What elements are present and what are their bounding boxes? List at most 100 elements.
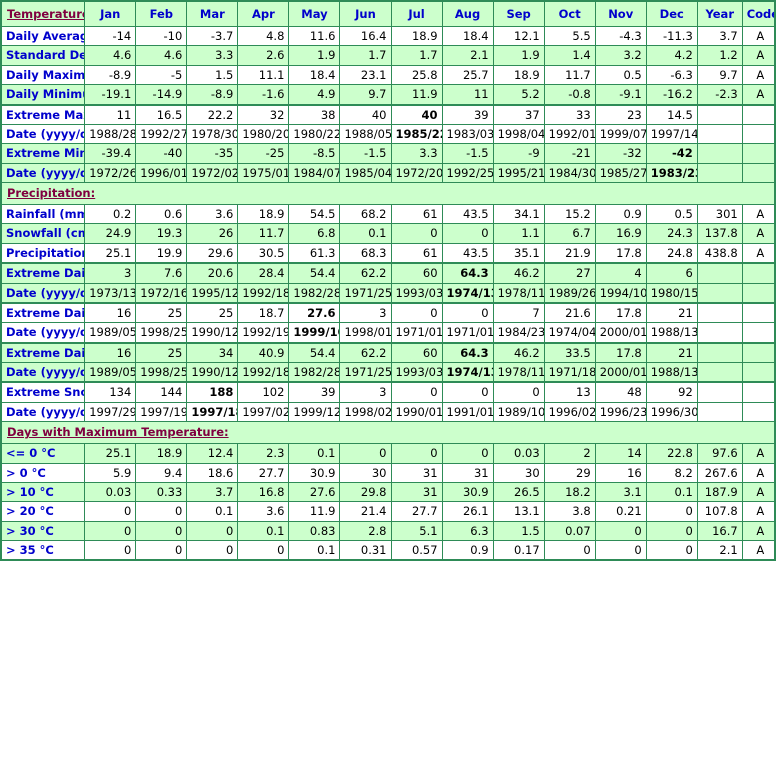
- cell-oct: -21: [543, 143, 596, 164]
- row-label: Extreme Daily Snowfall (cm): [0, 301, 86, 324]
- cell-feb: 25: [135, 301, 188, 324]
- cell-jun: 29.8: [339, 481, 392, 503]
- cell-year: [696, 341, 743, 363]
- cell-year: 2.1: [696, 540, 743, 561]
- row-label: Daily Maximum (°C): [0, 64, 86, 86]
- cell-may: 11.6: [288, 25, 341, 47]
- cell-mar: -3.7: [186, 25, 239, 47]
- cell-jan: -14: [84, 25, 137, 47]
- cell-mar: 34: [186, 341, 239, 363]
- cell-nov: 0: [594, 520, 647, 542]
- row-label: Snowfall (cm): [0, 223, 86, 244]
- cell-oct: 15.2: [543, 203, 596, 225]
- cell-aug: 0: [441, 381, 494, 403]
- table-row: Extreme Daily Precipitation (mm)16253440…: [0, 341, 776, 363]
- climate-normals-table: Temperature:JanFebMarAprMayJunJulAugSepO…: [0, 0, 776, 562]
- cell-year: 137.8: [696, 223, 743, 244]
- cell-aug: 0: [441, 223, 494, 244]
- cell-may: 0.1: [288, 443, 341, 464]
- row-label: <= 0 °C: [0, 443, 86, 464]
- cell-jan: 1973/13+: [84, 282, 137, 304]
- cell-jul: 40: [390, 103, 443, 125]
- cell-apr: 32: [237, 103, 290, 125]
- cell-oct: 0.07: [543, 520, 596, 542]
- cell-jul: 1990/01+: [390, 401, 443, 423]
- cell-oct: 11.7: [543, 64, 596, 86]
- cell-apr: -25: [237, 143, 290, 164]
- cell-aug: 43.5: [441, 203, 494, 225]
- cell-feb: 0: [135, 540, 188, 561]
- cell-nov: -32: [594, 143, 647, 164]
- cell-jun: 1971/25: [339, 362, 392, 383]
- cell-aug: 43.5: [441, 242, 494, 264]
- cell-jul: 61: [390, 203, 443, 225]
- cell-aug: 0.9: [441, 540, 494, 561]
- cell-jun: 0.31: [339, 540, 392, 561]
- cell-jan: 1997/29+: [84, 401, 137, 423]
- cell-jan: 1989/05: [84, 362, 137, 383]
- cell-dec: 92: [645, 381, 698, 403]
- cell-jan: -19.1: [84, 84, 137, 105]
- cell-feb: 7.6: [135, 262, 188, 284]
- cell-may: 38: [288, 103, 341, 125]
- cell-jan: 3: [84, 262, 137, 284]
- row-label: Date (yyyy/dd): [0, 162, 86, 184]
- row-label: Daily Minimum (°C): [0, 84, 86, 105]
- cell-jan: 16: [84, 301, 137, 324]
- column-header-dec: Dec: [645, 0, 698, 27]
- cell-jun: 0: [339, 443, 392, 464]
- cell-dec: -16.2: [645, 84, 698, 105]
- cell-aug: 6.3: [441, 520, 494, 542]
- cell-feb: 1998/25: [135, 362, 188, 383]
- cell-mar: 188: [186, 381, 239, 403]
- cell-apr: 2.3: [237, 443, 290, 464]
- row-label: > 10 °C: [0, 481, 86, 503]
- cell-jun: 62.2: [339, 262, 392, 284]
- table-row: Standard Deviation4.64.63.32.61.91.71.72…: [0, 45, 776, 66]
- cell-dec: 0: [645, 540, 698, 561]
- cell-code: [741, 262, 776, 284]
- cell-apr: 1980/20: [237, 123, 290, 145]
- cell-may: 61.3: [288, 242, 341, 264]
- table-row: Extreme Snow Depth (cm)13414418810239300…: [0, 381, 776, 403]
- cell-code: [741, 123, 776, 145]
- cell-sep: 0.03: [492, 443, 545, 464]
- cell-sep: 1978/11: [492, 362, 545, 383]
- cell-jul: 0: [390, 301, 443, 324]
- cell-may: 1999/10: [288, 322, 341, 344]
- table-row: <= 0 °C 25.1 18.9 12.4 2.3 0.1 0 0 0 0.03 2 14 22.8 9…: [0, 443, 776, 464]
- cell-jan: 25.1: [84, 443, 137, 464]
- cell-jun: 68.2: [339, 203, 392, 225]
- cell-year: [696, 381, 743, 403]
- cell-oct: 3.8: [543, 501, 596, 522]
- cell-feb: 16.5: [135, 103, 188, 125]
- cell-sep: -9: [492, 143, 545, 164]
- cell-dec: 4.2: [645, 45, 698, 66]
- cell-aug: 64.3: [441, 341, 494, 363]
- table-row: Date (yyyy/dd)1989/051998/251990/121992/…: [0, 322, 776, 344]
- cell-code: A: [741, 45, 776, 66]
- column-header-jul: Jul: [390, 0, 443, 27]
- cell-jul: 25.8: [390, 64, 443, 86]
- cell-oct: 1992/01: [543, 123, 596, 145]
- cell-mar: 3.6: [186, 203, 239, 225]
- cell-dec: -11.3: [645, 25, 698, 47]
- cell-code: A: [741, 540, 776, 561]
- table-row: > 10 °C 0.03 0.33 3.7 16.8 27.6 29.8 31 30.9 26.5…: [0, 481, 776, 503]
- cell-jan: 16: [84, 341, 137, 363]
- cell-year: [696, 401, 743, 423]
- row-label: Rainfall (mm): [0, 203, 86, 225]
- cell-dec: 1997/14: [645, 123, 698, 145]
- cell-jun: 3: [339, 301, 392, 324]
- column-header-apr: Apr: [237, 0, 290, 27]
- row-label: > 35 °C: [0, 540, 86, 561]
- cell-jun: 1.7: [339, 45, 392, 66]
- cell-mar: 0.1: [186, 501, 239, 522]
- cell-sep: 1.5: [492, 520, 545, 542]
- row-label: Extreme Snow Depth (cm): [0, 381, 86, 403]
- cell-may: 1982/28: [288, 362, 341, 383]
- cell-year: 187.9: [696, 481, 743, 503]
- cell-code: [741, 143, 776, 164]
- cell-dec: 21: [645, 301, 698, 324]
- cell-mar: 1.5: [186, 64, 239, 86]
